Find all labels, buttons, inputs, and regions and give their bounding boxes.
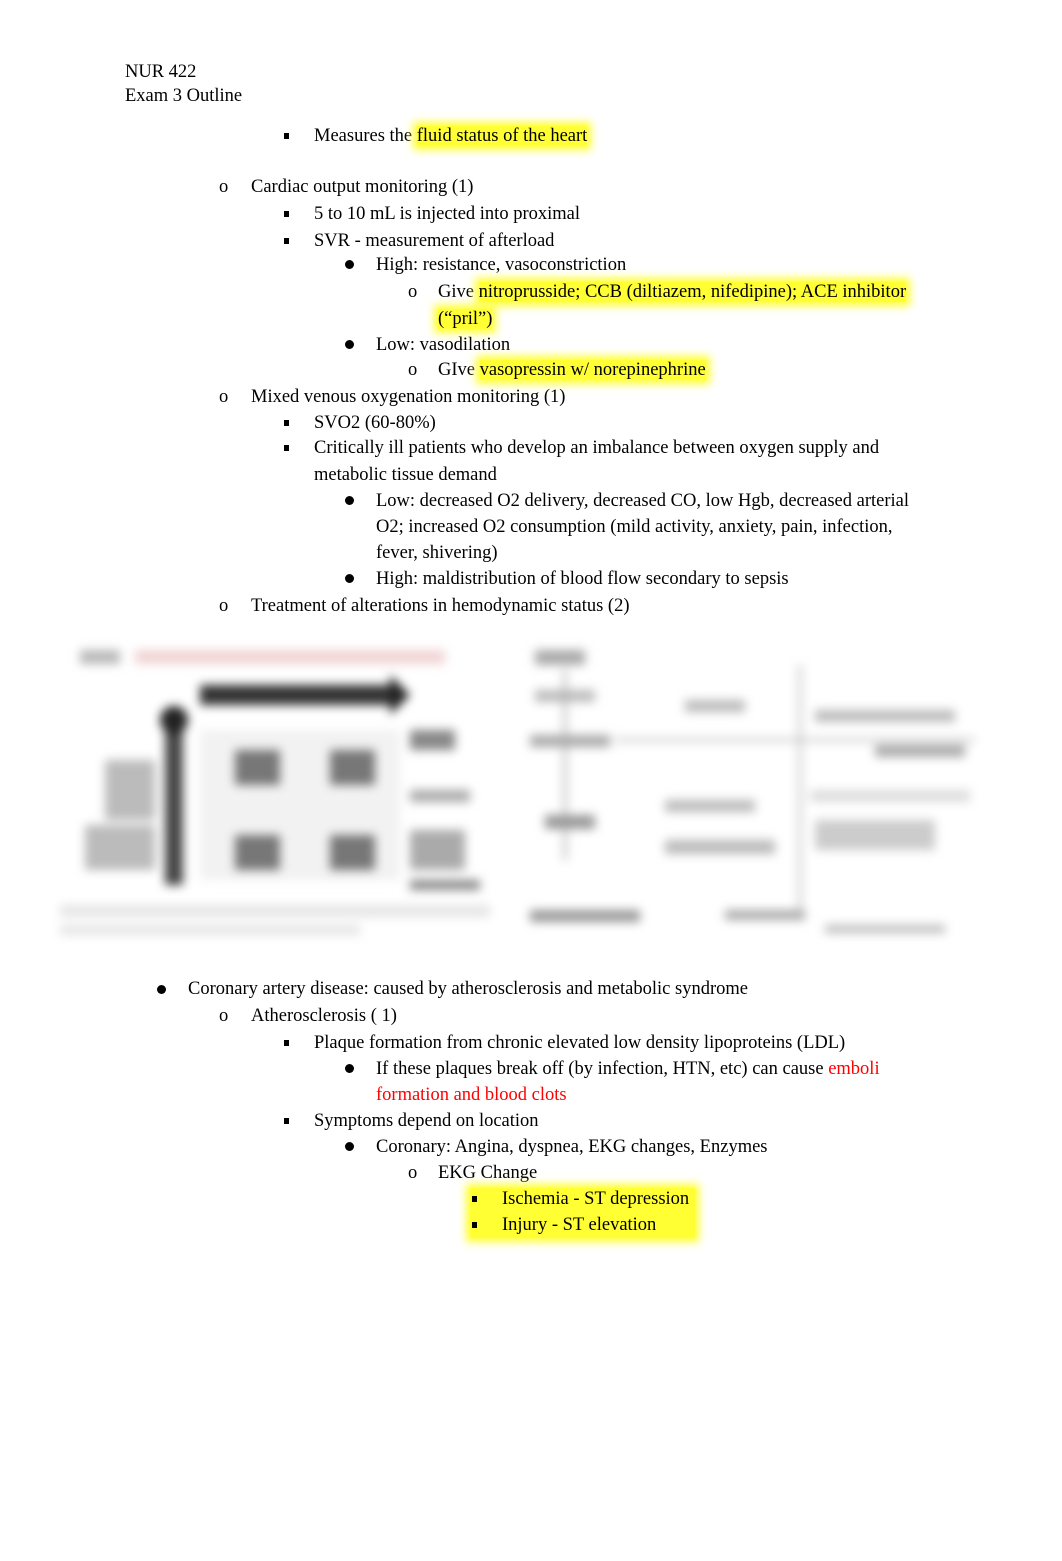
highlighted-text: nitroprusside; CCB (diltiazem, nifedipin… [478,282,907,302]
list-item: EKG Change [438,1163,538,1183]
list-item: 5 to 10 mL is injected into proximal [314,204,580,224]
square-bullet-icon [472,1222,477,1228]
section-treatment: Treatment of alterations in hemodynamic … [251,596,630,616]
round-bullet-icon [345,340,354,349]
section-atherosclerosis: Atherosclerosis ( 1) [251,1006,397,1026]
highlighted-text: vasopressin w/ norepinephrine [479,360,706,380]
list-item-continued: (“pril”) [438,306,493,332]
list-item-continued: O2; increased O2 consumption (mild activ… [376,517,893,537]
item-text: Give [438,282,479,302]
list-item: GIve vasopressin w/ norepinephrine [438,357,706,383]
list-item: SVR - measurement of afterload [314,231,555,251]
square-bullet-icon [284,238,289,244]
list-item: Low: vasodilation [376,335,511,355]
highlighted-text: (“pril”) [438,309,493,329]
figure-left-graphic [60,650,490,935]
list-item: Symptoms depend on location [314,1111,539,1131]
circle-bullet-icon: o [219,387,229,407]
round-bullet-icon [345,1142,354,1151]
circle-bullet-icon: o [408,360,418,380]
list-item: SVO2 (60-80%) [314,413,436,433]
list-item: If these plaques break off (by infection… [376,1056,880,1082]
figure-right-graphic [530,650,975,933]
list-item: Critically ill patients who develop an i… [314,438,880,458]
square-bullet-icon [284,133,289,139]
round-bullet-icon [345,260,354,269]
circle-bullet-icon: o [408,282,418,302]
round-bullet-icon [345,1064,354,1073]
section-coronary-artery-disease: Coronary artery disease: caused by ather… [188,979,748,999]
list-item: Coronary: Angina, dyspnea, EKG changes, … [376,1137,768,1157]
square-bullet-icon [472,1196,477,1202]
square-bullet-icon [284,445,289,451]
item-text: GIve [438,360,480,380]
list-item-continued: metabolic tissue demand [314,465,497,485]
list-item: Ischemia - ST depression [502,1189,690,1209]
emphasized-text: emboli [828,1059,880,1079]
list-item: Plaque formation from chronic elevated l… [314,1033,846,1053]
list-item: Give nitroprusside; CCB (diltiazem, nife… [438,279,907,305]
item-text: Measures the [314,126,417,146]
list-item: Measures the fluid status of the heart [314,123,588,149]
section-cardiac-output: Cardiac output monitoring (1) [251,177,474,197]
hemodynamic-graph-figure [525,640,995,940]
list-item: High: resistance, vasoconstriction [376,255,627,275]
list-item: High: maldistribution of blood flow seco… [376,569,789,589]
item-text: If these plaques break off (by infection… [376,1059,829,1079]
square-bullet-icon [284,1118,289,1124]
circle-bullet-icon: o [219,1006,229,1026]
list-item: Low: decreased O2 delivery, decreased CO… [376,491,910,511]
highlighted-text: fluid status of the heart [416,126,588,146]
round-bullet-icon [345,496,354,505]
list-item: Injury - ST elevation [502,1215,657,1235]
section-mixed-venous: Mixed venous oxygenation monitoring (1) [251,387,566,407]
circle-bullet-icon: o [219,177,229,197]
list-item-continued: fever, shivering) [376,543,498,563]
circle-bullet-icon: o [219,596,229,616]
square-bullet-icon [284,420,289,426]
round-bullet-icon [345,574,354,583]
square-bullet-icon [284,1040,289,1046]
round-bullet-icon [157,985,166,994]
course-code: NUR 422 [125,62,197,82]
square-bullet-icon [284,211,289,217]
document-title: Exam 3 Outline [125,86,243,106]
hemodynamic-subsets-figure [60,640,500,945]
emphasized-text: formation and blood clots [376,1085,567,1105]
circle-bullet-icon: o [408,1163,418,1183]
